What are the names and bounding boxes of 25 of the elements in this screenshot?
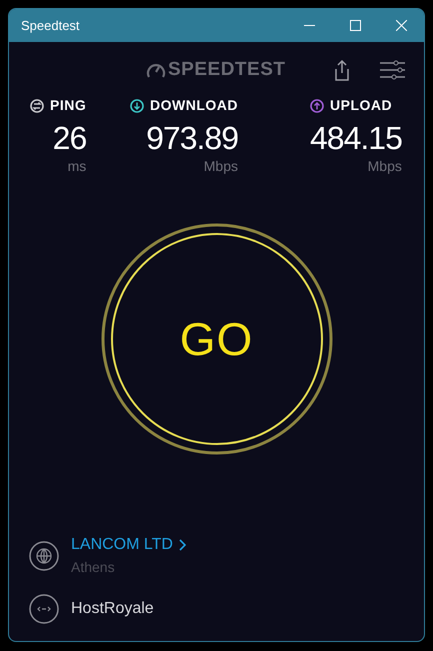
gauge-icon: [146, 61, 166, 79]
host-name: HostRoyale: [71, 599, 154, 619]
metric-value: 484.15: [310, 122, 402, 154]
unit-label: Mbps: [368, 157, 402, 176]
globe-icon: [29, 540, 59, 570]
unit-label: ms: [68, 157, 86, 176]
maximize-icon: [350, 20, 360, 31]
provider-link[interactable]: LANCOM LTD: [71, 533, 186, 557]
metric-label: DOWNLOAD: [150, 96, 238, 115]
chevron-icon: [178, 539, 186, 551]
metric-label: PING: [50, 96, 86, 115]
window-title: Speedtest: [21, 16, 81, 35]
unit-label: Mbps: [204, 157, 238, 176]
logo-text: SPEEDTEST: [168, 58, 286, 82]
settings-button[interactable]: [380, 58, 406, 82]
location-label: Athens: [71, 558, 116, 577]
share-icon: [334, 59, 350, 81]
go-button[interactable]: GO: [100, 223, 332, 455]
metric-value: 973.89: [146, 122, 238, 154]
metric-label: UPLOAD: [330, 96, 392, 115]
metric-value: 26: [52, 122, 86, 154]
minimize-icon: [304, 24, 314, 26]
close-icon: [396, 20, 406, 31]
server-icon: [29, 594, 59, 624]
settings-icon: [380, 60, 405, 80]
